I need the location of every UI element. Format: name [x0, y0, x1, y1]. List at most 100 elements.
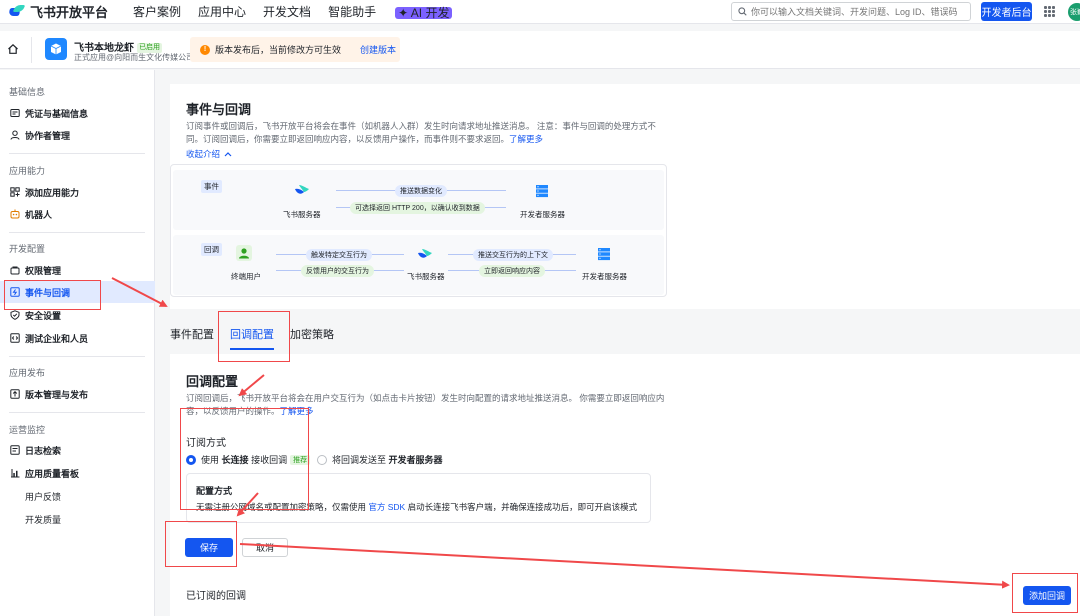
events-desc-line1: 订阅事件或回调后，飞书开放平台将会在事件（如机器人入群）发生时向请求地址推送消息… [186, 121, 656, 131]
option2-bold: 开发者服务器 [388, 455, 443, 465]
sidebar: 基础信息 凭证与基础信息 协作者管理 应用能力 添加应用能力 机器人 开发配置 … [0, 70, 155, 616]
annotation-box-add-callback [1012, 573, 1078, 613]
brand-name: 飞书开放平台 [30, 5, 109, 20]
nav-dev-docs[interactable]: 开发文档 [263, 3, 311, 20]
sidebar-item-test-org[interactable]: 测试企业和人员 [0, 327, 155, 349]
tab-encryption[interactable]: 加密策略 [290, 326, 334, 350]
notice-text: 版本发布后，当前修改方可生效 [215, 45, 342, 55]
dev-server-label-2: 开发者服务器 [582, 272, 627, 281]
divider [31, 37, 32, 63]
search-box[interactable] [731, 2, 971, 21]
grid-plus-icon [9, 187, 20, 198]
feedback-label: 反馈用户的交互行为 [301, 265, 374, 277]
search-input[interactable] [751, 6, 961, 17]
divider [9, 232, 145, 233]
nav-ai-assistant[interactable]: 智能助手 ✦ AI 开发 [328, 3, 469, 20]
cube-icon [50, 43, 62, 55]
feishu-server-label-2: 飞书服务器 [407, 272, 445, 281]
sidebar-section-capabilities: 应用能力 [9, 166, 46, 176]
event-tag: 事件 [201, 180, 222, 193]
collapse-intro-toggle[interactable]: 收起介绍 [186, 148, 232, 161]
sidebar-item-label: 添加应用能力 [25, 187, 80, 198]
sidebar-section-release: 应用发布 [9, 368, 46, 378]
user-icon [9, 130, 20, 141]
ai-badge: ✦ AI 开发 [395, 6, 453, 19]
search-icon [738, 7, 747, 16]
page-title: 事件与回调 [186, 102, 252, 117]
callback-config-title: 回调配置 [186, 374, 239, 389]
cancel-button[interactable]: 取消 [242, 538, 288, 557]
nav-app-center[interactable]: 应用中心 [198, 3, 246, 20]
nav-customer-cases[interactable]: 客户案例 [133, 3, 181, 20]
developer-console-button[interactable]: 开发者后台 [981, 2, 1032, 21]
trigger-label: 触发特定交互行为 [306, 249, 372, 261]
learn-more-link[interactable]: 了解更多 [509, 134, 543, 144]
brand-logo[interactable]: 飞书开放平台 [7, 2, 109, 21]
dev-server-label: 开发者服务器 [520, 210, 565, 219]
subscribed-callbacks-title: 已订阅的回调 [186, 591, 246, 602]
end-user-icon [235, 244, 253, 262]
home-icon[interactable] [7, 43, 19, 55]
log-icon [9, 445, 20, 456]
sidebar-section-basic: 基础信息 [9, 87, 46, 97]
sidebar-item-permissions[interactable]: 权限管理 [0, 259, 155, 281]
feishu-server-icon [293, 181, 311, 199]
sidebar-item-bot[interactable]: 机器人 [0, 203, 155, 225]
code-icon [9, 333, 20, 344]
option2-prefix: 将回调发送至 [332, 455, 387, 465]
app-header: 飞书本地龙虾 已启用 正式应用@向阳而生文化传媒公司 ! 版本发布后，当前修改方可… [0, 31, 1080, 69]
sidebar-item-label: 凭证与基础信息 [25, 108, 89, 119]
collapse-intro-label: 收起介绍 [186, 149, 221, 159]
context-push-label: 推送交互行为的上下文 [473, 249, 553, 261]
upload-icon [9, 389, 20, 400]
radio-dev-server[interactable] [317, 454, 327, 465]
event-return-label: 可选择返回 HTTP 200，以确认收到数据 [350, 202, 485, 214]
annotation-box-sidebar [4, 280, 101, 310]
sidebar-item-label: 安全设置 [25, 310, 62, 321]
divider [9, 153, 145, 154]
apps-grid-icon[interactable] [1044, 6, 1055, 17]
sidebar-section-dev-config: 开发配置 [9, 244, 46, 254]
config-desc-b: 启动长连接飞书客户端，并确保连接成功后，即可开启该模式 [407, 502, 638, 512]
warning-icon: ! [200, 44, 210, 55]
dev-server-icon [533, 182, 551, 200]
official-sdk-link[interactable]: 官方 SDK [368, 502, 405, 512]
app-subtitle: 正式应用@向阳而生文化传媒公司 [74, 53, 195, 62]
callback-tag: 回调 [201, 243, 222, 256]
version-notice: ! 版本发布后，当前修改方可生效 创建版本 [190, 37, 400, 62]
user-avatar[interactable]: 张巍 [1068, 3, 1080, 21]
events-description: 订阅事件或回调后，飞书开放平台将会在事件（如机器人入群）发生时向请求地址推送消息… [186, 120, 666, 146]
tab-event-config[interactable]: 事件配置 [170, 326, 214, 350]
credential-icon [9, 108, 20, 119]
feishu-server-icon-2 [416, 245, 434, 263]
sidebar-item-collaborators[interactable]: 协作者管理 [0, 124, 155, 146]
sidebar-item-version-release[interactable]: 版本管理与发布 [0, 383, 155, 405]
annotation-box-save [165, 521, 237, 567]
events-desc-line2: 同。订阅回调后，你需要立即返回响应内容，以反馈用户操作，而事件则不要求返回。 [186, 134, 510, 144]
annotation-box-tab [218, 311, 290, 362]
sidebar-item-quality-dashboard[interactable]: 应用质量看板 [0, 462, 155, 484]
sidebar-item-log-search[interactable]: 日志检索 [0, 439, 155, 461]
create-version-link[interactable]: 创建版本 [360, 43, 396, 56]
sidebar-item-label: 协作者管理 [25, 130, 71, 141]
option-dev-server[interactable]: 将回调发送至 开发者服务器 [317, 453, 443, 466]
sidebar-item-label: 权限管理 [25, 265, 62, 276]
top-nav: 客户案例 应用中心 开发文档 智能助手 ✦ AI 开发 [133, 3, 486, 20]
immediate-return-label: 立即返回响应内容 [479, 265, 545, 277]
sidebar-item-label: 应用质量看板 [25, 468, 80, 479]
sidebar-item-add-capability[interactable]: 添加应用能力 [0, 181, 155, 203]
sidebar-item-label: 机器人 [25, 209, 53, 220]
sidebar-section-monitoring: 运营监控 [9, 425, 46, 435]
sidebar-item-label: 版本管理与发布 [25, 389, 89, 400]
top-nav-bar: 飞书开放平台 客户案例 应用中心 开发文档 智能助手✦ AI 开发 开发者后台 … [0, 0, 1080, 24]
divider [9, 412, 145, 413]
event-flow-panel [173, 170, 664, 230]
event-push-label: 推送数据变化 [395, 185, 447, 197]
sidebar-item-credentials[interactable]: 凭证与基础信息 [0, 102, 155, 124]
dev-server-icon-2 [595, 245, 613, 263]
sidebar-item-dev-quality[interactable]: 开发质量 [0, 508, 155, 530]
divider [9, 356, 145, 357]
sidebar-item-user-feedback[interactable]: 用户反馈 [0, 485, 155, 507]
end-user-label: 终端用户 [231, 272, 261, 281]
nav-ai-assistant-label: 智能助手 [328, 5, 377, 19]
